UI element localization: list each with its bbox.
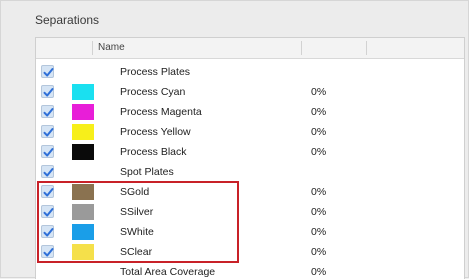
checkmark-icon: [43, 128, 54, 137]
coverage-value: 0%: [311, 86, 327, 98]
header-divider[interactable]: [301, 41, 302, 55]
coverage-value: 0%: [311, 126, 327, 138]
table-row[interactable]: Process Plates: [36, 62, 464, 82]
table-row[interactable]: Total Area Coverage 0%: [36, 262, 464, 279]
separation-name: Process Cyan: [120, 86, 186, 98]
table-row[interactable]: Spot Plates: [36, 162, 464, 182]
coverage-value: 0%: [311, 226, 327, 238]
coverage-value: 0%: [311, 186, 327, 198]
separation-name: Spot Plates: [120, 166, 174, 178]
panel-title: Separations: [35, 13, 100, 27]
separation-name: Total Area Coverage: [120, 266, 216, 278]
checkbox[interactable]: [41, 165, 54, 178]
checkbox[interactable]: [41, 145, 54, 158]
column-header-name[interactable]: Name: [98, 42, 125, 53]
color-swatch: [72, 84, 94, 100]
table-row[interactable]: Process Black 0%: [36, 142, 464, 162]
coverage-value: 0%: [311, 146, 327, 158]
checkmark-icon: [43, 168, 54, 177]
checkbox[interactable]: [41, 105, 54, 118]
checkbox[interactable]: [41, 65, 54, 78]
color-swatch: [72, 144, 94, 160]
table-header: Name: [36, 38, 464, 59]
coverage-value: 0%: [311, 246, 327, 258]
header-divider[interactable]: [366, 41, 367, 55]
table-row[interactable]: Process Cyan 0%: [36, 82, 464, 102]
separation-name: Process Black: [120, 146, 187, 158]
checkmark-icon: [43, 68, 54, 77]
coverage-value: 0%: [311, 106, 327, 118]
color-swatch: [72, 104, 94, 120]
checkbox[interactable]: [41, 125, 54, 138]
checkbox[interactable]: [41, 85, 54, 98]
separation-name: Process Plates: [120, 66, 191, 78]
checkmark-icon: [43, 148, 54, 157]
table-row[interactable]: Process Yellow 0%: [36, 122, 464, 142]
separations-panel: Separations Name Process Plates Process C…: [0, 0, 469, 279]
coverage-value: 0%: [311, 206, 327, 218]
header-divider[interactable]: [92, 41, 93, 55]
table-row[interactable]: Process Magenta 0%: [36, 102, 464, 122]
checkmark-icon: [43, 88, 54, 97]
separation-name: Process Yellow: [120, 126, 191, 138]
spot-colors-highlight-box: [37, 181, 239, 263]
coverage-value: 0%: [311, 266, 327, 278]
color-swatch: [72, 124, 94, 140]
checkmark-icon: [43, 108, 54, 117]
separation-name: Process Magenta: [120, 106, 202, 118]
